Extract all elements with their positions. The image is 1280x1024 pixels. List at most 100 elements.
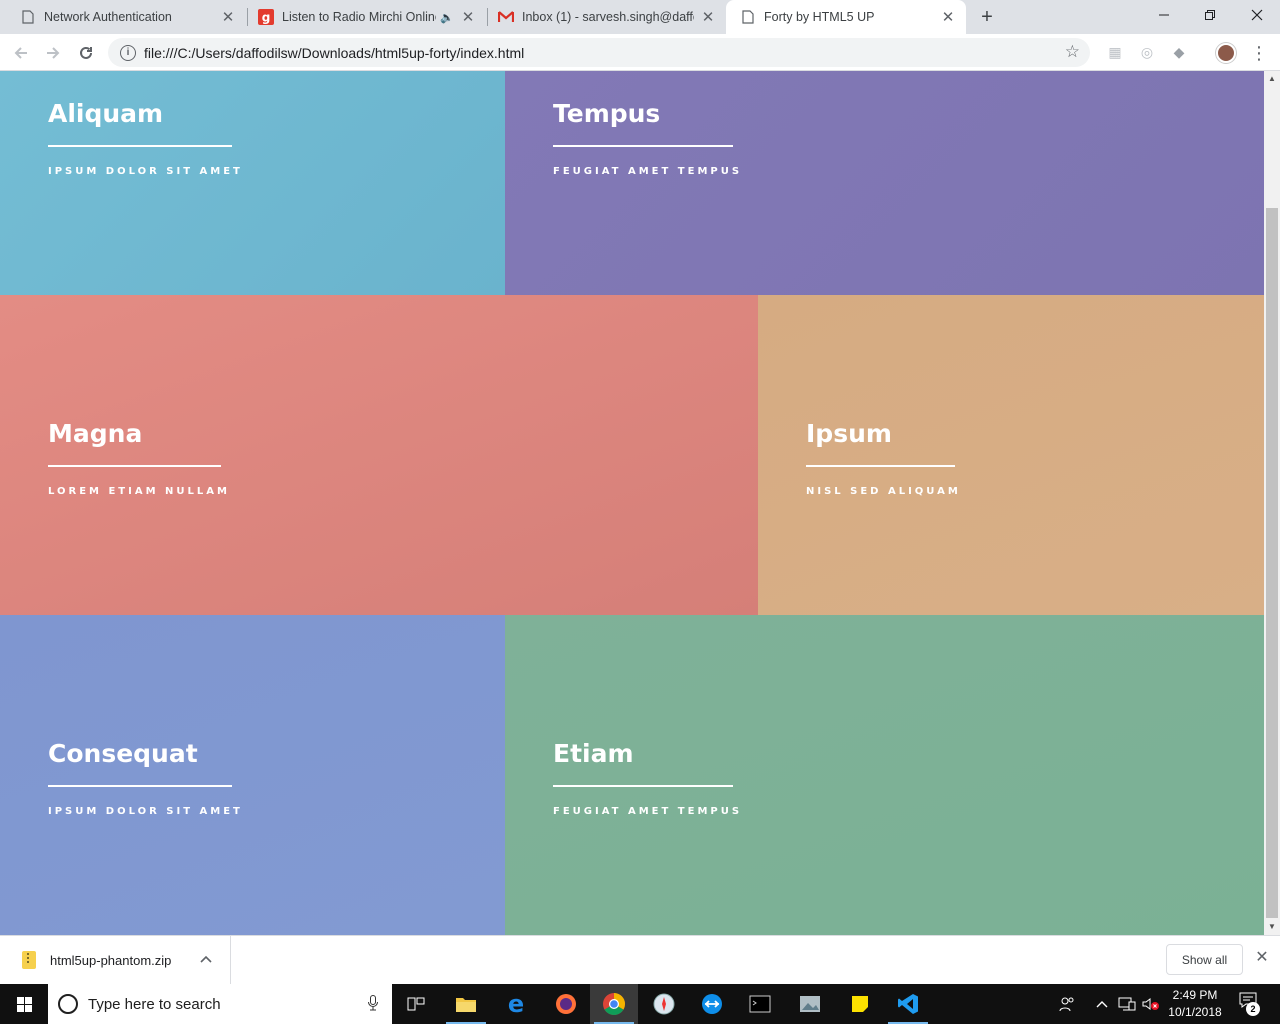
reload-button[interactable]	[73, 40, 99, 66]
tile-title: Aliquam	[48, 99, 164, 128]
start-button[interactable]	[0, 984, 48, 1024]
tile-subtitle: NISL SED ALIQUAM	[806, 486, 961, 497]
tile-subtitle: IPSUM DOLOR SIT AMET	[48, 806, 243, 817]
tile-underline	[553, 145, 733, 147]
system-clock[interactable]: 2:49 PM 10/1/2018	[1160, 987, 1230, 1021]
vertical-scrollbar[interactable]: ▲ ▼	[1264, 71, 1280, 935]
close-window-button[interactable]	[1234, 0, 1280, 30]
address-bar[interactable]: i file:///C:/Users/daffodilsw/Downloads/…	[108, 38, 1090, 67]
tile-title: Etiam	[553, 739, 634, 768]
chevron-up-icon[interactable]	[1094, 984, 1110, 1024]
close-icon[interactable]: ✕	[1253, 949, 1271, 967]
tile-aliquam[interactable]: Aliquam IPSUM DOLOR SIT AMET	[0, 71, 505, 295]
browser-toolbar: i file:///C:/Users/daffodilsw/Downloads/…	[0, 34, 1280, 71]
scroll-up-arrow-icon[interactable]: ▲	[1264, 71, 1280, 87]
people-icon[interactable]	[1056, 984, 1078, 1024]
info-icon[interactable]: i	[120, 44, 136, 61]
volume-muted-icon[interactable]	[1140, 984, 1162, 1024]
safari-icon[interactable]	[640, 984, 688, 1024]
taskbar-search[interactable]: Type here to search	[48, 984, 392, 1024]
profile-avatar[interactable]	[1216, 43, 1236, 63]
reload-icon	[80, 46, 92, 59]
tab-title: Listen to Radio Mirchi Online	[282, 10, 437, 24]
page-icon	[20, 9, 36, 25]
tile-subtitle: FEUGIAT AMET TEMPUS	[553, 806, 743, 817]
chevron-up-icon[interactable]	[200, 952, 212, 966]
forward-button[interactable]	[40, 40, 66, 66]
tile-title: Ipsum	[806, 419, 892, 448]
back-arrow-icon	[14, 47, 27, 59]
teamviewer-icon[interactable]	[688, 984, 736, 1024]
windows-taskbar: Type here to search e 2:49 PM 10/1/2018 …	[0, 984, 1280, 1024]
show-all-button[interactable]: Show all	[1166, 944, 1243, 975]
tile-underline	[48, 465, 221, 467]
windows-logo-icon	[16, 996, 32, 1012]
close-tab-icon[interactable]: ✕	[220, 9, 236, 26]
tab-title: Inbox (1) - sarvesh.singh@daffodilsw	[522, 10, 694, 24]
clock-date: 10/1/2018	[1168, 1005, 1222, 1019]
tile-underline	[806, 465, 955, 467]
forward-arrow-icon	[47, 47, 60, 59]
tile-consequat[interactable]: Consequat IPSUM DOLOR SIT AMET	[0, 615, 505, 935]
close-tab-icon[interactable]: ✕	[460, 9, 476, 26]
microphone-icon[interactable]	[368, 995, 378, 1014]
new-tab-button[interactable]: +	[976, 6, 998, 28]
edge-icon[interactable]: e	[492, 984, 540, 1024]
tile-subtitle: IPSUM DOLOR SIT AMET	[48, 166, 243, 177]
sticky-notes-icon[interactable]	[836, 984, 884, 1024]
tab-strip: Network Authentication ✕ g Listen to Rad…	[0, 0, 1280, 34]
close-tab-icon[interactable]: ✕	[700, 9, 716, 26]
image-viewer-icon[interactable]	[786, 984, 834, 1024]
tab-forty-html5up[interactable]: Forty by HTML5 UP ✕	[726, 0, 966, 34]
extension-icon[interactable]: ▦	[1106, 43, 1124, 61]
gaana-icon: g	[258, 9, 274, 25]
extension-icon[interactable]: ◎	[1138, 43, 1156, 61]
tab-title: Network Authentication	[44, 10, 172, 24]
restore-icon	[1205, 10, 1215, 20]
tile-ipsum[interactable]: Ipsum NISL SED ALIQUAM	[758, 295, 1264, 615]
download-file-name[interactable]: html5up-phantom.zip	[50, 953, 171, 968]
download-shelf: html5up-phantom.zip Show all ✕	[0, 935, 1280, 984]
tile-tempus[interactable]: Tempus FEUGIAT AMET TEMPUS	[505, 71, 1264, 295]
scroll-thumb[interactable]	[1266, 208, 1278, 918]
tile-underline	[48, 785, 232, 787]
extension-icon[interactable]: ◆	[1170, 43, 1188, 61]
gmail-icon	[498, 9, 514, 25]
tab-gmail-inbox[interactable]: Inbox (1) - sarvesh.singh@daffodilsw ✕	[488, 0, 726, 34]
restore-button[interactable]	[1187, 0, 1233, 30]
file-explorer-icon[interactable]	[442, 984, 490, 1024]
close-tab-icon[interactable]: ✕	[940, 9, 956, 26]
tile-title: Magna	[48, 419, 143, 448]
menu-icon[interactable]: ⋮	[1250, 41, 1268, 65]
tab-title: Forty by HTML5 UP	[764, 10, 875, 24]
svg-text:g: g	[262, 11, 271, 25]
task-view-icon[interactable]	[392, 984, 440, 1024]
url-text[interactable]: file:///C:/Users/daffodilsw/Downloads/ht…	[144, 45, 524, 61]
tile-subtitle: LOREM ETIAM NULLAM	[48, 486, 230, 497]
tile-title: Tempus	[553, 99, 661, 128]
tile-subtitle: FEUGIAT AMET TEMPUS	[553, 166, 743, 177]
firefox-icon[interactable]	[542, 984, 590, 1024]
download-item[interactable]: html5up-phantom.zip	[0, 936, 231, 984]
scroll-down-arrow-icon[interactable]: ▼	[1264, 919, 1280, 935]
speaker-icon[interactable]: 🔈	[440, 11, 454, 24]
minimize-button[interactable]	[1141, 0, 1187, 30]
tab-radio-mirchi[interactable]: g Listen to Radio Mirchi Online 🔈 ✕	[248, 0, 486, 34]
tile-underline	[48, 145, 232, 147]
tile-magna[interactable]: Magna LOREM ETIAM NULLAM	[0, 295, 758, 615]
tile-underline	[553, 785, 733, 787]
minimize-icon	[1159, 14, 1169, 16]
network-icon[interactable]	[1116, 984, 1138, 1024]
tab-network-authentication[interactable]: Network Authentication ✕	[0, 0, 246, 34]
tile-etiam[interactable]: Etiam FEUGIAT AMET TEMPUS	[505, 615, 1264, 935]
chrome-icon[interactable]	[590, 984, 638, 1024]
back-button[interactable]	[8, 40, 34, 66]
terminal-icon[interactable]	[736, 984, 784, 1024]
page-icon	[740, 9, 756, 25]
tile-title: Consequat	[48, 739, 198, 768]
vscode-icon[interactable]	[884, 984, 932, 1024]
zip-file-icon	[22, 951, 36, 969]
cortana-icon[interactable]	[58, 994, 78, 1014]
bookmark-star-icon[interactable]: ☆	[1065, 42, 1080, 62]
search-placeholder: Type here to search	[88, 995, 221, 1013]
